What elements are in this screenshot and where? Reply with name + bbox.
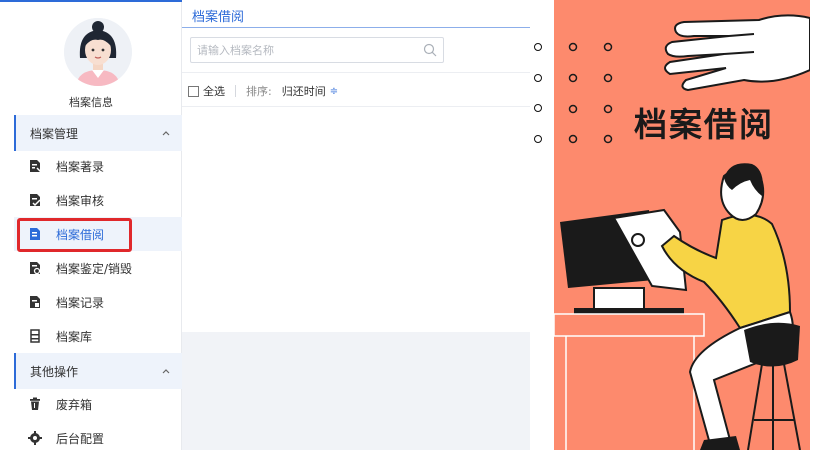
sidebar: 档案信息 档案管理 档案著录 档案审核 档案借阅 档案鉴定/销毁 档案记录 档案…: [0, 0, 182, 450]
page-title: 档案借阅: [192, 10, 245, 25]
file-appraise-icon: [30, 262, 41, 275]
group-header-archive-management[interactable]: 档案管理: [14, 115, 182, 151]
right-edge: [810, 0, 820, 450]
divider: [182, 106, 530, 107]
toolbar-separator: [235, 85, 236, 97]
group-label: 其他操作: [30, 364, 79, 379]
decorative-dots: [530, 0, 554, 450]
title-underline: [182, 27, 530, 28]
sidebar-item-label: 后台配置: [56, 431, 105, 446]
empty-footer-area: [182, 332, 530, 450]
sidebar-item-label: 档案记录: [56, 295, 105, 310]
main-panel: 档案借阅 全选 排序: 归还时间 ≑: [182, 0, 530, 450]
ring-dot: [534, 74, 542, 82]
chevron-up-icon: [162, 369, 170, 374]
search-icon[interactable]: [423, 43, 437, 57]
sidebar-item-label: 档案著录: [56, 159, 105, 174]
chevron-up-icon: [162, 131, 170, 136]
select-all-label[interactable]: 全选: [203, 83, 225, 99]
group-header-other-operations[interactable]: 其他操作: [14, 353, 182, 389]
search-input[interactable]: [191, 38, 415, 62]
file-record-icon: [30, 296, 40, 308]
sidebar-item-backend-config[interactable]: 后台配置: [14, 421, 182, 450]
ring-dot: [534, 104, 542, 112]
sidebar-item-catalog[interactable]: 档案著录: [14, 149, 182, 183]
file-check-icon: [30, 194, 41, 207]
sidebar-item-archive[interactable]: 档案库: [14, 319, 182, 353]
profile-label[interactable]: 档案信息: [0, 94, 182, 110]
sort-toggle-icon[interactable]: ≑: [330, 86, 338, 97]
group-label: 档案管理: [30, 126, 79, 141]
sidebar-item-records[interactable]: 档案记录: [14, 285, 182, 319]
divider: [182, 72, 530, 73]
trash-icon: [30, 397, 40, 410]
poster-illustration: 档案借阅: [554, 0, 810, 450]
sidebar-item-review[interactable]: 档案审核: [14, 183, 182, 217]
ring-dot: [534, 135, 542, 143]
poster-artwork: [554, 14, 810, 450]
avatar-illustration: [64, 18, 132, 86]
ring-dot: [534, 43, 542, 51]
file-edit-icon: [30, 160, 42, 173]
sidebar-item-label: 档案鉴定/销毁: [56, 261, 133, 276]
sidebar-item-label: 废弃箱: [56, 397, 93, 412]
search-box[interactable]: [190, 37, 444, 63]
highlight-box: [17, 218, 132, 252]
poster-title: 档案借阅: [634, 105, 774, 144]
list-toolbar: 全选 排序: 归还时间 ≑: [188, 82, 338, 100]
sidebar-item-label: 档案审核: [56, 193, 105, 208]
sidebar-item-appraise-destroy[interactable]: 档案鉴定/销毁: [14, 251, 182, 285]
sort-label: 排序:: [246, 85, 272, 98]
archive-icon: [30, 329, 40, 343]
gear-icon: [28, 431, 42, 445]
sort-field[interactable]: 归还时间: [282, 83, 326, 99]
select-all-checkbox[interactable]: [188, 85, 199, 97]
sidebar-item-label: 档案库: [56, 329, 93, 344]
sidebar-top-accent: [0, 0, 182, 2]
avatar[interactable]: [64, 18, 132, 86]
sidebar-item-trash[interactable]: 废弃箱: [14, 387, 182, 421]
